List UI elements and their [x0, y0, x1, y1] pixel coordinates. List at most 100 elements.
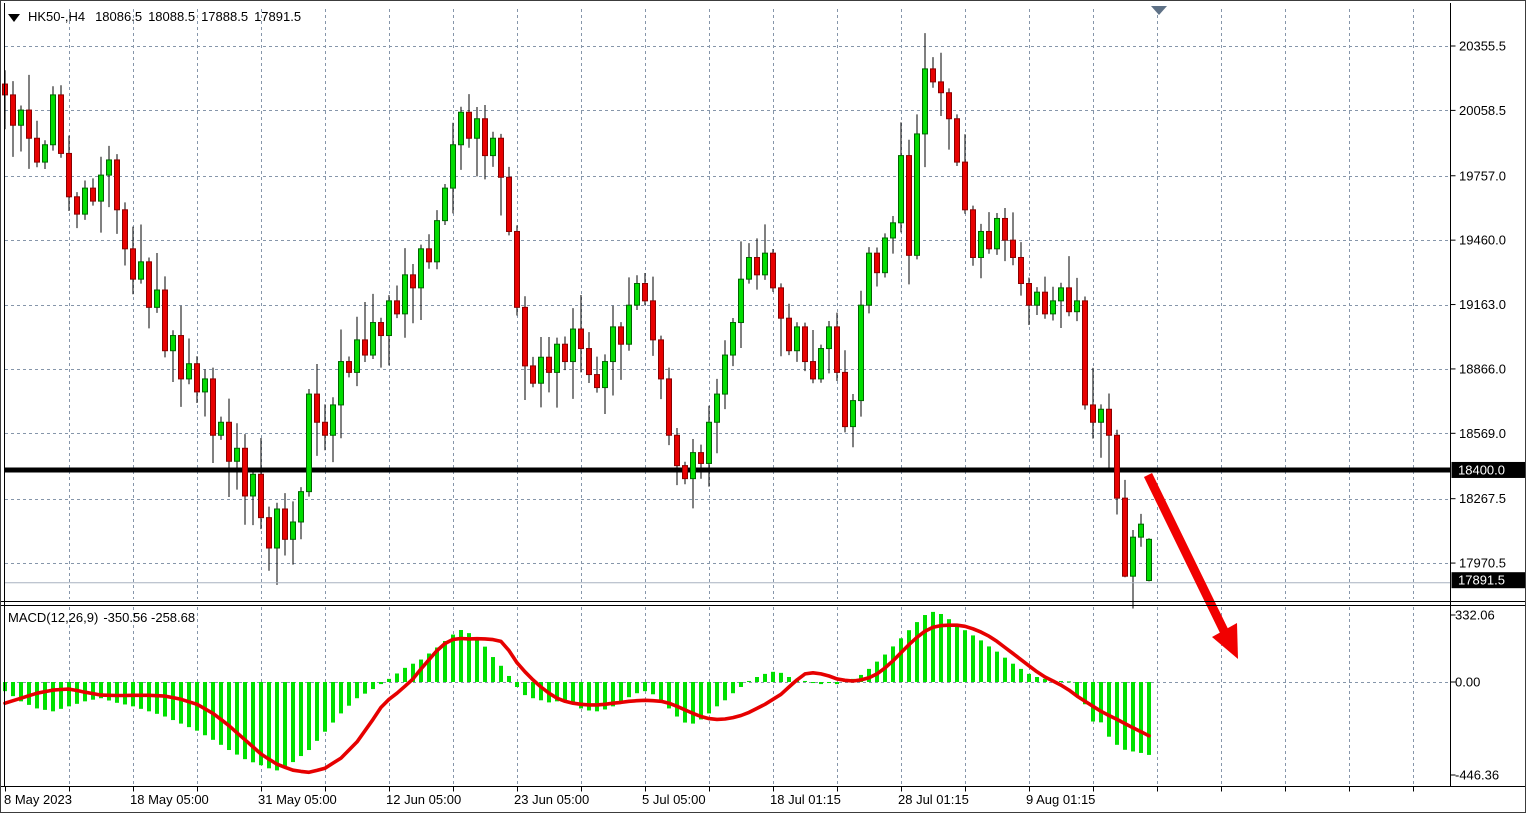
bear-candle: [499, 138, 504, 177]
bear-candle: [283, 509, 288, 539]
macd-histogram-bar: [659, 682, 663, 700]
bull-candle: [891, 223, 896, 238]
bear-candle: [699, 453, 704, 464]
macd-histogram-bar: [803, 681, 807, 682]
bear-candle: [971, 210, 976, 258]
time-axis-label: 8 May 2023: [4, 792, 72, 807]
bull-candle: [739, 279, 744, 322]
bull-candle: [51, 95, 56, 145]
macd-histogram-bar: [123, 682, 127, 704]
bull-candle: [203, 379, 208, 392]
bull-candle: [371, 323, 376, 356]
bull-candle: [107, 160, 112, 175]
bear-candle: [595, 375, 600, 388]
macd-histogram-bar: [1027, 674, 1031, 682]
bear-candle: [179, 336, 184, 379]
candles-layer: [3, 33, 1152, 608]
macd-histogram-bar: [531, 682, 535, 698]
bull-candle: [1139, 524, 1144, 537]
bear-candle: [243, 448, 248, 496]
bear-candle: [1123, 498, 1128, 576]
bull-candle: [307, 394, 312, 492]
bear-candle: [379, 323, 384, 336]
macd-histogram-bar: [915, 622, 919, 682]
bull-candle: [1051, 301, 1056, 314]
bear-candle: [227, 422, 232, 461]
bull-candle: [723, 355, 728, 394]
bear-candle: [131, 249, 136, 279]
bear-candle: [907, 156, 912, 256]
macd-axis-label: 332.06: [1455, 608, 1495, 623]
bear-candle: [771, 253, 776, 288]
bear-candle: [427, 249, 432, 262]
bull-candle: [915, 134, 920, 255]
bear-candle: [1083, 301, 1088, 405]
bull-candle: [475, 119, 480, 139]
bear-candle: [267, 518, 272, 548]
time-axis[interactable]: 8 May 202318 May 05:0031 May 05:0012 Jun…: [4, 787, 1414, 808]
macd-histogram-bar: [755, 677, 759, 682]
bull-candle: [635, 284, 640, 306]
bear-candle: [1003, 218, 1008, 240]
bull-candle: [1035, 292, 1040, 305]
bull-candle: [451, 145, 456, 188]
chart-canvas[interactable]: 20355.520058.519757.019460.019163.018866…: [1, 1, 1526, 813]
macd-histogram-bar: [235, 682, 239, 755]
macd-histogram-bar: [155, 682, 159, 714]
bull-candle: [331, 405, 336, 435]
macd-histogram-bar: [899, 638, 903, 682]
bull-candle: [1099, 409, 1104, 422]
macd-histogram-bar: [827, 682, 831, 683]
time-axis-label: 23 Jun 05:00: [514, 792, 589, 807]
bull-candle: [1075, 301, 1080, 312]
bear-candle: [315, 394, 320, 422]
quote-close: 17891.5: [254, 9, 301, 24]
macd-histogram-bar: [675, 682, 679, 717]
bull-candle: [1059, 288, 1064, 301]
gridlines-layer: [5, 9, 1450, 785]
macd-title: MACD(12,26,9): [8, 610, 98, 625]
macd-histogram-bar: [115, 682, 119, 703]
bear-candle: [547, 357, 552, 372]
macd-axis[interactable]: 332.060.00-446.36: [1451, 608, 1500, 783]
current-price-label: 17891.5: [1458, 573, 1505, 588]
macd-histogram-bar: [771, 672, 775, 682]
bear-candle: [323, 422, 328, 435]
macd-histogram-bar: [243, 682, 247, 759]
bear-candle: [123, 210, 128, 249]
chart-shift-marker-icon[interactable]: [1151, 6, 1167, 15]
time-axis-label: 12 Jun 05:00: [386, 792, 461, 807]
bull-candle: [691, 453, 696, 479]
bear-candle: [1067, 288, 1072, 312]
bull-candle: [899, 156, 904, 223]
bear-candle: [619, 327, 624, 344]
bear-candle: [579, 329, 584, 349]
macd-histogram-bar: [907, 630, 911, 682]
macd-histogram-bar: [1139, 682, 1143, 753]
macd-histogram-bar: [363, 682, 367, 694]
macd-histogram-bar: [483, 647, 487, 682]
bear-candle: [1043, 292, 1048, 314]
macd-histogram-bar: [267, 682, 271, 768]
bull-candle: [171, 336, 176, 351]
quote-high: 18088.5: [148, 9, 195, 24]
bear-candle: [411, 275, 416, 288]
macd-histogram-bar: [347, 682, 351, 706]
symbol-period-label[interactable]: HK50-,H4: [28, 9, 85, 24]
bear-candle: [779, 288, 784, 318]
price-axis-label: 19163.0: [1459, 297, 1506, 312]
macd-histogram-bar: [723, 682, 727, 700]
trend-arrow-annotation[interactable]: [1148, 475, 1238, 659]
bull-candle: [235, 448, 240, 461]
price-axis[interactable]: 20355.520058.519757.019460.019163.018866…: [1451, 39, 1526, 589]
macd-histogram-bar: [1107, 682, 1111, 737]
macd-histogram-bar: [787, 677, 791, 682]
macd-histogram-bar: [995, 652, 999, 682]
symbol-dropdown-icon[interactable]: [8, 14, 20, 22]
macd-histogram-bar: [1035, 677, 1039, 682]
macd-histogram-bar: [339, 682, 343, 713]
macd-histogram-bar: [307, 682, 311, 750]
price-axis-label: 19757.0: [1459, 168, 1506, 183]
macd-histogram-bar: [475, 637, 479, 682]
bear-candle: [659, 340, 664, 379]
